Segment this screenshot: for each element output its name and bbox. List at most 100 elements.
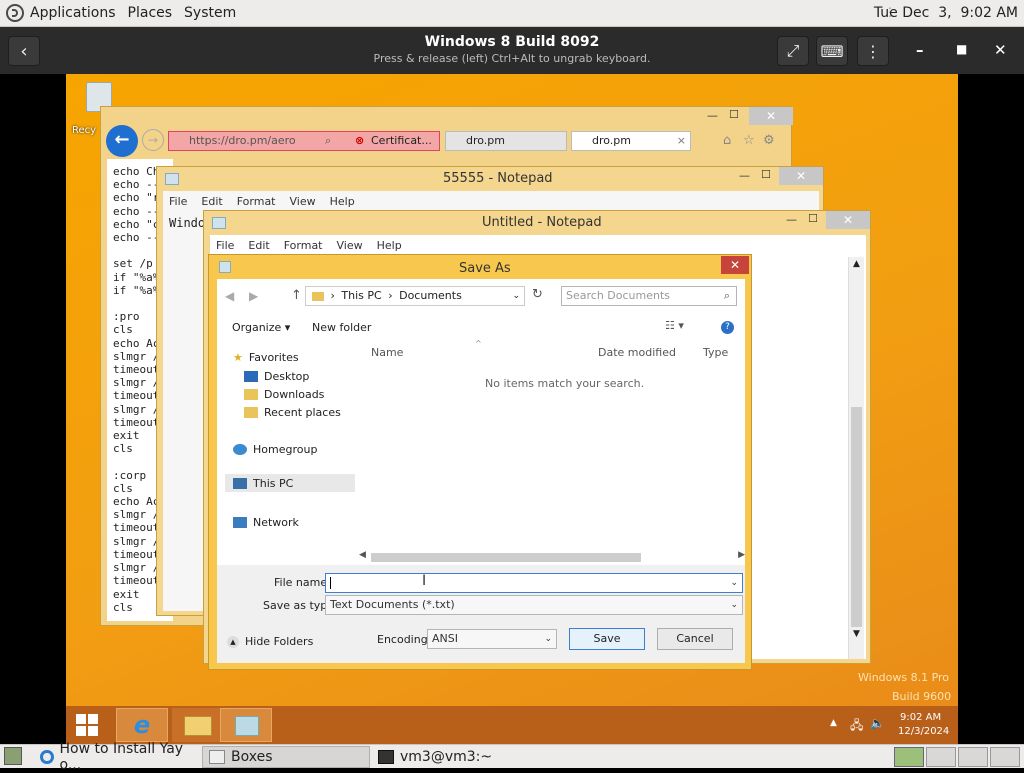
back-arrow-icon[interactable]: ◀ — [225, 289, 234, 303]
close-button[interactable]: ✕ — [994, 41, 1007, 59]
scroll-thumb[interactable] — [851, 407, 862, 627]
menu-item-help[interactable]: Help — [330, 195, 355, 208]
notepad2-minimize-button[interactable]: — — [786, 213, 797, 226]
organize-button[interactable]: Organize ▾ — [232, 321, 290, 334]
notepad1-text[interactable]: Windo — [169, 216, 205, 230]
volume-icon[interactable]: 🔈 — [870, 716, 885, 730]
nav-recent-places[interactable]: Recent places — [244, 406, 341, 419]
system-menu[interactable]: System — [184, 5, 236, 21]
clock[interactable]: Tue Dec 3, 9:02 AM — [874, 5, 1018, 21]
scroll-down-icon[interactable]: ▼ — [853, 629, 860, 639]
applications-menu[interactable]: Applications — [30, 5, 116, 21]
nav-network[interactable]: Network — [233, 516, 299, 529]
workspace-switcher-2[interactable] — [926, 747, 956, 767]
notepad2-close-button[interactable]: ✕ — [826, 211, 870, 229]
breadcrumb-documents[interactable]: Documents — [399, 289, 462, 302]
minimize-button[interactable]: – — [916, 41, 924, 59]
workspace-switcher-4[interactable] — [990, 747, 1020, 767]
nav-homegroup[interactable]: Homegroup — [233, 443, 317, 456]
chevron-down-icon[interactable]: ⌄ — [730, 596, 738, 614]
scroll-right-icon[interactable]: ▶ — [738, 550, 745, 560]
chevron-down-icon[interactable]: ⌄ — [512, 287, 520, 305]
favorites-star-icon[interactable]: ☆ — [743, 133, 755, 148]
workspace-switcher-3[interactable] — [958, 747, 988, 767]
taskbar-notepad-icon[interactable] — [220, 708, 272, 742]
vm-display[interactable]: Recy Windows 8.1 Pro Build 9600 ✕ — ☐ ← … — [66, 74, 958, 744]
ie-close-button[interactable]: ✕ — [749, 107, 793, 125]
taskbar-explorer-icon[interactable] — [172, 708, 224, 742]
gear-icon[interactable]: ⚙ — [763, 133, 775, 148]
breadcrumb-this-pc[interactable]: This PC — [341, 289, 381, 302]
notepad1-maximize-button[interactable]: ☐ — [761, 168, 771, 181]
fullscreen-button[interactable]: ⤢ — [777, 36, 809, 66]
menu-item-view[interactable]: View — [337, 239, 363, 252]
scroll-left-icon[interactable]: ◀ — [359, 550, 366, 560]
nav-desktop[interactable]: Desktop — [244, 370, 309, 383]
taskbar-item-terminal[interactable]: vm3@vm3:~ — [372, 746, 538, 768]
search-documents-input[interactable]: Search Documents ⌕ — [561, 286, 737, 306]
column-name[interactable]: Name — [371, 346, 403, 359]
nav-this-pc[interactable]: This PC — [225, 474, 355, 492]
refresh-icon[interactable]: ↻ — [532, 287, 543, 302]
ie-tab[interactable]: dro.pm — [445, 131, 567, 151]
encoding-select[interactable]: ANSI ⌄ — [427, 629, 557, 649]
menu-item-file[interactable]: File — [216, 239, 234, 252]
notepad1-minimize-button[interactable]: — — [739, 169, 750, 182]
ie-back-button[interactable]: ← — [106, 125, 138, 157]
taskbar-ie-icon[interactable]: e — [116, 708, 168, 742]
show-desktop-icon[interactable] — [4, 747, 22, 765]
distro-logo-icon[interactable] — [6, 4, 24, 22]
keyboard-button[interactable]: ⌨ — [816, 36, 848, 66]
ie-tab-active[interactable]: dro.pm × — [571, 131, 691, 151]
save-as-close-button[interactable]: ✕ — [721, 256, 749, 274]
save-button[interactable]: Save — [569, 628, 645, 650]
notepad2-maximize-button[interactable]: ☐ — [808, 212, 818, 225]
places-menu[interactable]: Places — [128, 5, 173, 21]
view-options-icon[interactable]: ☷ ▾ — [665, 319, 684, 332]
ie-maximize-button[interactable]: ☐ — [729, 108, 739, 121]
horizontal-scrollbar[interactable]: ◀ ▶ — [359, 550, 745, 564]
scroll-up-icon[interactable]: ▲ — [853, 259, 860, 269]
tray-chevron-icon[interactable]: ▲ — [830, 718, 837, 728]
save-as-type-select[interactable]: Text Documents (*.txt) ⌄ — [325, 595, 743, 615]
menu-item-help[interactable]: Help — [377, 239, 402, 252]
new-folder-button[interactable]: New folder — [312, 321, 371, 334]
menu-item-format[interactable]: Format — [237, 195, 276, 208]
ie-address-bar[interactable]: https://dro.pm/aero ⌕ ⊗ Certificat... — [168, 131, 440, 151]
cancel-button[interactable]: Cancel — [657, 628, 733, 650]
tray-date[interactable]: 12/3/2024 — [898, 726, 949, 737]
ie-forward-button[interactable]: → — [142, 129, 164, 151]
maximize-button[interactable]: ■ — [956, 42, 967, 56]
column-type[interactable]: Type — [703, 346, 728, 359]
menu-item-edit[interactable]: Edit — [248, 239, 269, 252]
taskbar-item-browser[interactable]: How to Install Yay o... — [34, 741, 200, 773]
menu-item-format[interactable]: Format — [284, 239, 323, 252]
tray-time[interactable]: 9:02 AM — [900, 712, 941, 723]
home-icon[interactable]: ⌂ — [723, 133, 731, 148]
forward-arrow-icon[interactable]: ▶ — [249, 289, 258, 303]
menu-item-edit[interactable]: Edit — [201, 195, 222, 208]
taskbar-item-boxes[interactable]: Boxes — [202, 746, 370, 768]
windows-start-icon[interactable] — [76, 714, 98, 736]
nav-favorites[interactable]: ★ Favorites — [233, 351, 299, 364]
help-icon[interactable]: ? — [721, 321, 734, 334]
workspace-switcher-1[interactable] — [894, 747, 924, 767]
up-arrow-icon[interactable]: ↑ — [291, 288, 302, 303]
cert-error-label[interactable]: Certificat... — [371, 132, 432, 150]
chevron-down-icon[interactable]: ⌄ — [544, 630, 552, 648]
menu-item-view[interactable]: View — [290, 195, 316, 208]
scroll-thumb[interactable] — [371, 553, 641, 562]
vertical-scrollbar[interactable]: ▲ ▼ — [848, 257, 864, 659]
hide-folders-button[interactable]: ▲ Hide Folders — [227, 635, 313, 648]
ie-minimize-button[interactable]: — — [707, 109, 718, 122]
tab-close-icon[interactable]: × — [677, 132, 686, 150]
chevron-down-icon[interactable]: ⌄ — [730, 574, 738, 592]
network-tray-icon[interactable]: 🖧 — [850, 716, 863, 737]
notepad1-close-button[interactable]: ✕ — [779, 167, 823, 185]
save-as-dialog[interactable]: Save As ✕ ◀ ▶ ↑ › This PC › Documents ⌄ … — [208, 254, 752, 670]
menu-button[interactable]: ⋮ — [857, 36, 889, 66]
menu-item-file[interactable]: File — [169, 195, 187, 208]
breadcrumb[interactable]: › This PC › Documents ⌄ — [305, 286, 525, 306]
nav-downloads[interactable]: Downloads — [244, 388, 324, 401]
file-name-input[interactable]: ⌄ — [325, 573, 743, 593]
